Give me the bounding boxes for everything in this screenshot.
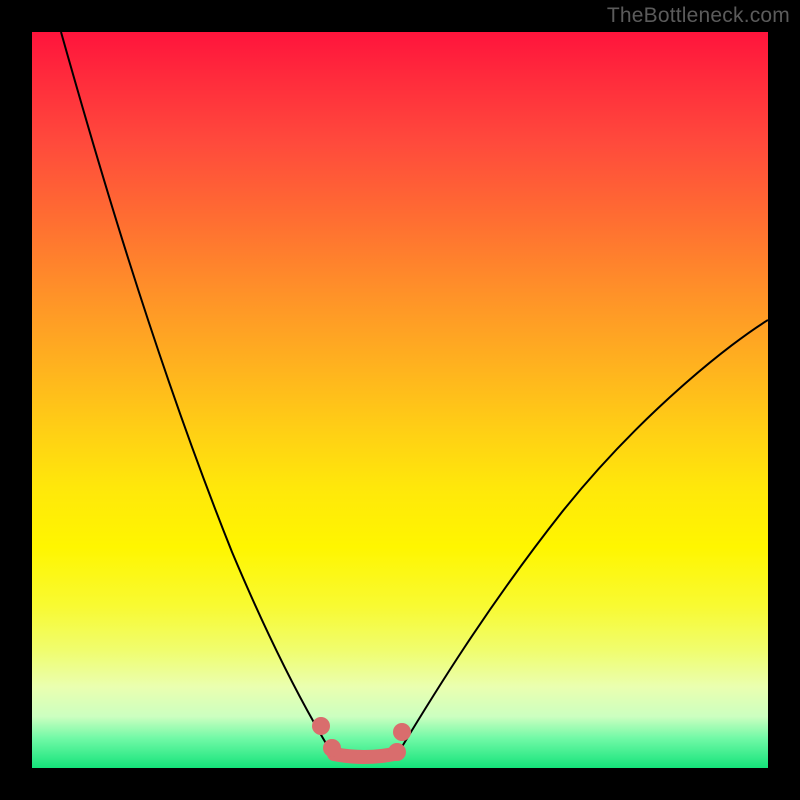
dot-right-lower	[388, 743, 406, 761]
dot-left-upper	[312, 717, 330, 735]
valley-floor	[334, 754, 394, 757]
right-curve	[400, 320, 768, 750]
watermark-text: TheBottleneck.com	[607, 4, 790, 28]
left-curve	[61, 32, 330, 750]
chart-frame: TheBottleneck.com	[0, 0, 800, 800]
curve-layer	[32, 32, 768, 768]
dot-right-upper	[393, 723, 411, 741]
dot-left-lower	[323, 739, 341, 757]
plot-area	[32, 32, 768, 768]
